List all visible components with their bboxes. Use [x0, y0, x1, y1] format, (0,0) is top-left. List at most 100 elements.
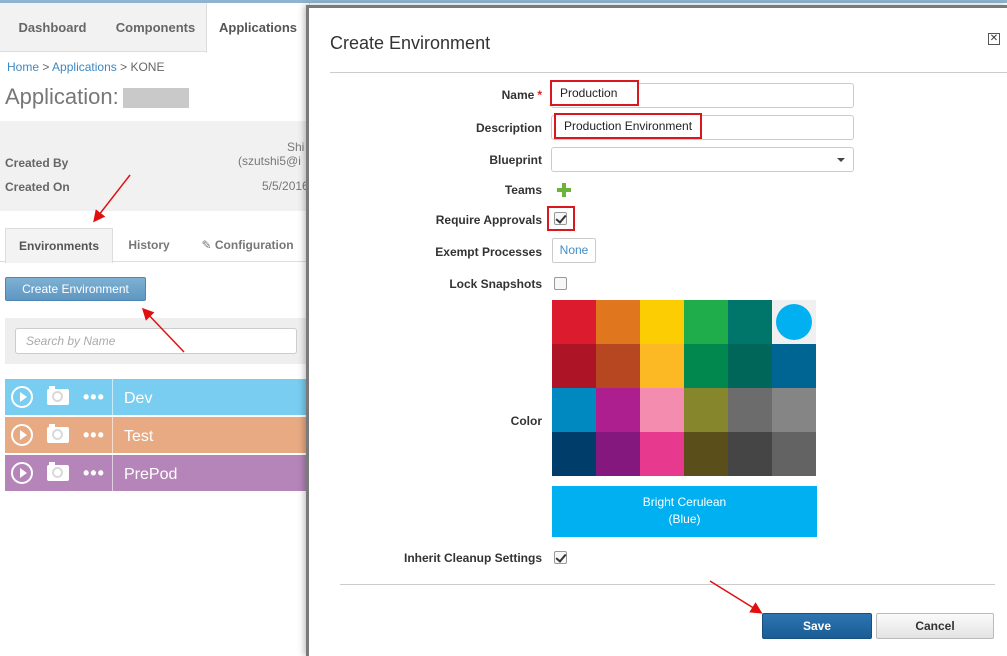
require-approvals-label: Require Approvals	[435, 213, 542, 227]
blueprint-select[interactable]	[551, 147, 854, 172]
color-swatch[interactable]	[728, 300, 772, 344]
breadcrumb-applications[interactable]: Applications	[52, 60, 117, 74]
color-swatch[interactable]	[640, 300, 684, 344]
created-by-name: Shi	[287, 140, 305, 154]
cancel-button[interactable]: Cancel	[876, 613, 994, 639]
breadcrumb-separator: >	[120, 60, 128, 74]
environment-actions: •••	[5, 455, 113, 491]
tab-environments[interactable]: Environments	[5, 228, 113, 263]
color-swatch[interactable]	[596, 388, 640, 432]
play-icon[interactable]	[11, 386, 33, 408]
save-button[interactable]: Save	[762, 613, 872, 639]
application-info: Shi Created By (szutshi5@i Created On 5/…	[0, 121, 310, 211]
selected-color-name: Bright Cerulean	[642, 495, 727, 509]
color-swatch[interactable]	[772, 388, 816, 432]
required-marker: *	[537, 88, 542, 102]
name-label-text: Name	[501, 88, 535, 102]
page-title-label: Application:	[5, 84, 119, 109]
search-input[interactable]	[15, 328, 297, 354]
camera-icon[interactable]	[47, 424, 69, 443]
play-icon[interactable]	[11, 424, 33, 446]
tab-dashboard[interactable]: Dashboard	[0, 3, 105, 52]
created-on-value: 5/5/2016	[262, 179, 309, 193]
description-label: Description	[475, 121, 542, 135]
environment-name[interactable]: PrePod	[124, 455, 177, 495]
environment-name[interactable]: Test	[124, 417, 153, 457]
tab-components[interactable]: Components	[105, 3, 206, 52]
color-swatch[interactable]	[552, 344, 596, 388]
environment-row[interactable]: ••• Test	[5, 417, 310, 453]
tab-history[interactable]: History	[113, 228, 185, 262]
add-team-icon[interactable]	[557, 183, 571, 197]
more-icon[interactable]: •••	[83, 425, 105, 445]
top-nav: Dashboard Components Applications	[0, 3, 310, 53]
blueprint-label: Blueprint	[489, 153, 542, 167]
color-swatch[interactable]	[772, 432, 816, 476]
camera-icon[interactable]	[47, 462, 69, 481]
selected-swatch-marker	[776, 304, 812, 340]
created-on-label: Created On	[5, 180, 70, 194]
color-label: Color	[510, 414, 542, 428]
more-icon[interactable]: •••	[83, 463, 105, 483]
color-swatch[interactable]	[596, 344, 640, 388]
breadcrumb: Home > Applications > KONE	[7, 60, 164, 74]
color-swatch[interactable]	[684, 344, 728, 388]
exempt-processes-label: Exempt Processes	[435, 245, 542, 259]
selected-color-preview: Bright Cerulean (Blue)	[552, 486, 817, 537]
description-field-value[interactable]: Production Environment	[554, 113, 703, 139]
exempt-processes-button[interactable]: None	[552, 238, 596, 263]
teams-label: Teams	[504, 183, 542, 197]
sub-tabs: Environments History ✎ Configuration	[0, 228, 310, 263]
tab-configuration[interactable]: ✎ Configuration	[185, 228, 310, 262]
chevron-down-icon	[837, 158, 845, 162]
breadcrumb-home[interactable]: Home	[7, 60, 39, 74]
name-label: Name *	[502, 88, 542, 102]
color-swatch[interactable]	[552, 388, 596, 432]
color-swatch[interactable]	[596, 300, 640, 344]
color-swatch[interactable]	[728, 432, 772, 476]
name-field-value[interactable]: Production	[550, 80, 639, 106]
search-bar	[5, 318, 310, 364]
play-icon[interactable]	[11, 462, 33, 484]
color-swatch[interactable]	[684, 300, 728, 344]
create-environment-button[interactable]: Create Environment	[5, 277, 146, 301]
color-swatch[interactable]	[728, 344, 772, 388]
color-swatch[interactable]	[552, 300, 596, 344]
tab-applications[interactable]: Applications	[206, 3, 310, 53]
inherit-cleanup-checkbox[interactable]	[554, 551, 567, 564]
page-title: Application:	[5, 84, 189, 110]
inherit-cleanup-label: Inherit Cleanup Settings	[403, 551, 542, 565]
color-swatch[interactable]	[772, 300, 816, 344]
color-swatch[interactable]	[596, 432, 640, 476]
created-by-value: (szutshi5@i	[238, 154, 301, 168]
created-by-label: Created By	[5, 156, 69, 170]
breadcrumb-separator: >	[42, 60, 50, 74]
selected-color-group: (Blue)	[668, 512, 701, 526]
breadcrumb-current: KONE	[130, 60, 165, 74]
color-swatch[interactable]	[728, 388, 772, 432]
lock-snapshots-label: Lock Snapshots	[449, 277, 542, 291]
environment-name[interactable]: Dev	[124, 379, 152, 419]
color-swatch[interactable]	[552, 432, 596, 476]
create-environment-dialog: Create Environment ✕ Name * Production De…	[306, 5, 1007, 656]
color-swatch[interactable]	[640, 344, 684, 388]
divider	[340, 584, 995, 585]
tab-configuration-label: Configuration	[214, 238, 294, 252]
color-swatch[interactable]	[684, 432, 728, 476]
lock-snapshots-checkbox[interactable]	[554, 277, 567, 290]
close-icon[interactable]: ✕	[988, 33, 1000, 45]
environment-row[interactable]: ••• Dev	[5, 379, 310, 415]
redacted-name	[122, 88, 189, 109]
dialog-title: Create Environment	[330, 33, 491, 53]
more-icon[interactable]: •••	[83, 387, 105, 407]
environment-row[interactable]: ••• PrePod	[5, 455, 310, 491]
color-swatch[interactable]	[640, 432, 684, 476]
environment-actions: •••	[5, 417, 113, 453]
divider	[330, 72, 1007, 73]
color-swatch[interactable]	[640, 388, 684, 432]
color-swatch[interactable]	[772, 344, 816, 388]
require-approvals-checkbox[interactable]	[554, 212, 567, 225]
camera-icon[interactable]	[47, 386, 69, 405]
color-palette	[552, 300, 817, 476]
color-swatch[interactable]	[684, 388, 728, 432]
